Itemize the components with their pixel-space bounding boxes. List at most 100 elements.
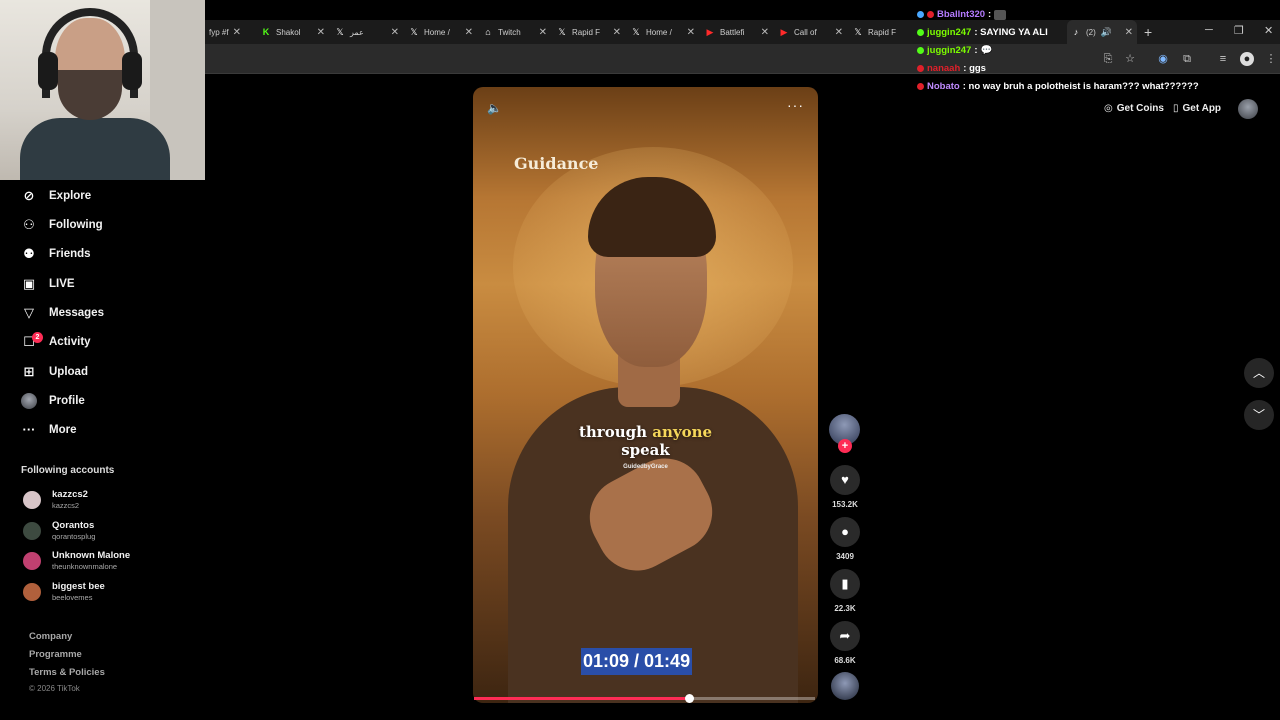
- chat-text: : no way bruh a polotheist is haram??? w…: [962, 81, 1199, 92]
- tab-close-icon[interactable]: ✕: [539, 27, 547, 38]
- browser-tab[interactable]: K Shakol ✕: [257, 20, 329, 44]
- more-options-icon[interactable]: ···: [787, 97, 804, 113]
- tab-close-icon[interactable]: ✕: [317, 27, 325, 38]
- share-count: 68.6K: [834, 656, 856, 665]
- sidebar-item-label: Friends: [49, 248, 91, 260]
- chat-username: juggin247: [927, 45, 972, 56]
- chat-text: :: [988, 9, 992, 20]
- browser-tab[interactable]: ⌂ Twitch ✕: [479, 20, 551, 44]
- account-avatar: [23, 583, 41, 601]
- video-time-readout: 01:09 / 01:49: [581, 648, 693, 675]
- following-account[interactable]: biggest bee beelovemes: [23, 581, 163, 605]
- chat-username: nanaah: [927, 63, 961, 74]
- tab-close-icon[interactable]: ✕: [835, 27, 843, 38]
- browser-tab[interactable]: 𝕏 Rapid F ✕: [553, 20, 625, 44]
- chat-badge-icon: [917, 11, 924, 18]
- following-account[interactable]: kazzcs2 kazzcs2: [23, 489, 163, 513]
- following-account[interactable]: Unknown Malone theunknownmalone: [23, 550, 163, 574]
- browser-tab[interactable]: 𝕏 عمر ✕: [331, 20, 403, 44]
- sidebar-item-profile[interactable]: Profile: [21, 393, 85, 409]
- tab-close-icon[interactable]: ✕: [687, 27, 695, 38]
- like-count: 153.2K: [832, 500, 858, 509]
- account-name: Qorantos: [52, 520, 95, 531]
- live-icon: ▣: [22, 276, 36, 291]
- x-icon: 𝕏: [558, 27, 566, 37]
- x-icon: 𝕏: [336, 27, 344, 37]
- share-button[interactable]: ➦: [830, 621, 860, 651]
- youtube-icon: ▶: [780, 27, 788, 37]
- browser-tab[interactable]: 𝕏 Home / ✕: [405, 20, 477, 44]
- tab-close-icon[interactable]: ✕: [613, 27, 621, 38]
- video-caption: through anyone speak: [473, 423, 818, 459]
- footer-link-terms[interactable]: Terms & Policies: [29, 667, 105, 678]
- footer-link-programme[interactable]: Programme: [29, 649, 82, 660]
- sidebar-item-live[interactable]: ▣ LIVE: [21, 276, 75, 292]
- sidebar-item-messages[interactable]: ▽ Messages: [21, 305, 104, 321]
- x-icon: 𝕏: [854, 27, 862, 37]
- chat-emoji-icon: 💬: [980, 45, 993, 56]
- profile-avatar: [21, 393, 37, 409]
- caption-word: through: [578, 423, 647, 441]
- chat-badge-icon: [917, 65, 924, 72]
- account-name: Unknown Malone: [52, 550, 131, 561]
- get-coins-button[interactable]: ◎ Get Coins: [1104, 97, 1164, 119]
- chat-text: :: [974, 45, 978, 56]
- follow-plus-icon[interactable]: +: [838, 439, 852, 453]
- video-progress-handle[interactable]: [684, 694, 694, 703]
- sidebar-item-upload[interactable]: ⊞ Upload: [21, 364, 88, 380]
- account-handle: beelovemes: [52, 593, 93, 602]
- sidebar-item-explore[interactable]: ⊘ Explore: [21, 188, 92, 204]
- tab-close-icon[interactable]: ✕: [761, 27, 769, 38]
- tab-title: Battlefi: [720, 27, 745, 37]
- sidebar-item-more[interactable]: ··· More: [21, 422, 77, 438]
- music-disc-icon[interactable]: [831, 672, 859, 700]
- save-button[interactable]: ▮: [830, 569, 860, 599]
- following-account[interactable]: Qorantos qorantosplug: [23, 520, 163, 544]
- get-app-button[interactable]: ▯ Get App: [1173, 97, 1221, 119]
- account-avatar: [23, 491, 41, 509]
- browser-tab[interactable]: ▶ Battlefi ✕: [701, 20, 773, 44]
- sidebar-item-label: LIVE: [49, 278, 75, 290]
- sidebar-item-label: Profile: [49, 395, 85, 407]
- video-player[interactable]: 🔈 ··· Guidance through anyone speak Guid…: [473, 87, 818, 703]
- get-coins-label: Get Coins: [1116, 102, 1164, 114]
- friends-icon: ⚉: [23, 246, 35, 261]
- chat-text: : ggs: [963, 63, 986, 74]
- chat-message: Nobato : no way bruh a polotheist is har…: [917, 81, 1199, 92]
- tab-close-icon[interactable]: ✕: [233, 27, 241, 38]
- chat-username: Bballnt320: [937, 9, 986, 20]
- footer-link-company[interactable]: Company: [29, 631, 72, 642]
- sidebar-item-label: More: [49, 424, 77, 436]
- webcam-overlay: [0, 0, 205, 180]
- next-video-chevron-down-icon[interactable]: ﹀: [1244, 400, 1274, 430]
- tab-close-icon[interactable]: ✕: [391, 27, 399, 38]
- comment-button[interactable]: ●: [830, 517, 860, 547]
- chat-badge-icon: [917, 29, 924, 36]
- volume-icon[interactable]: 🔈: [487, 101, 502, 115]
- account-name: kazzcs2: [52, 489, 88, 500]
- caption-highlight-word: anyone: [652, 423, 713, 441]
- browser-tab[interactable]: 𝕏 Home / ✕: [627, 20, 699, 44]
- sidebar-item-following[interactable]: ⚇ Following: [21, 217, 102, 233]
- save-count: 22.3K: [834, 604, 856, 613]
- sidebar-item-friends[interactable]: ⚉ Friends: [21, 246, 91, 262]
- kick-icon: K: [262, 27, 270, 37]
- youtube-icon: ▶: [706, 27, 714, 37]
- previous-video-chevron-up-icon[interactable]: ︿: [1244, 358, 1274, 388]
- browser-tab[interactable]: ▶ Call of ✕: [775, 20, 847, 44]
- sidebar-item-label: Activity: [49, 336, 91, 348]
- x-icon: 𝕏: [632, 27, 640, 37]
- get-app-label: Get App: [1182, 102, 1222, 114]
- video-progress-bar[interactable]: [474, 694, 815, 703]
- phone-icon: ▯: [1173, 102, 1179, 114]
- tab-title: Home /: [424, 27, 450, 37]
- messages-icon: ▽: [24, 305, 34, 320]
- twitch-icon: ⌂: [485, 27, 491, 37]
- user-avatar[interactable]: [1238, 99, 1258, 119]
- browser-tab[interactable]: fyp #f ✕: [205, 20, 245, 44]
- like-button[interactable]: ♥: [830, 465, 860, 495]
- tab-title: عمر: [350, 27, 364, 37]
- tab-close-icon[interactable]: ✕: [465, 27, 473, 38]
- browser-tab[interactable]: 𝕏 Rapid F: [849, 20, 913, 44]
- account-avatar: [23, 522, 41, 540]
